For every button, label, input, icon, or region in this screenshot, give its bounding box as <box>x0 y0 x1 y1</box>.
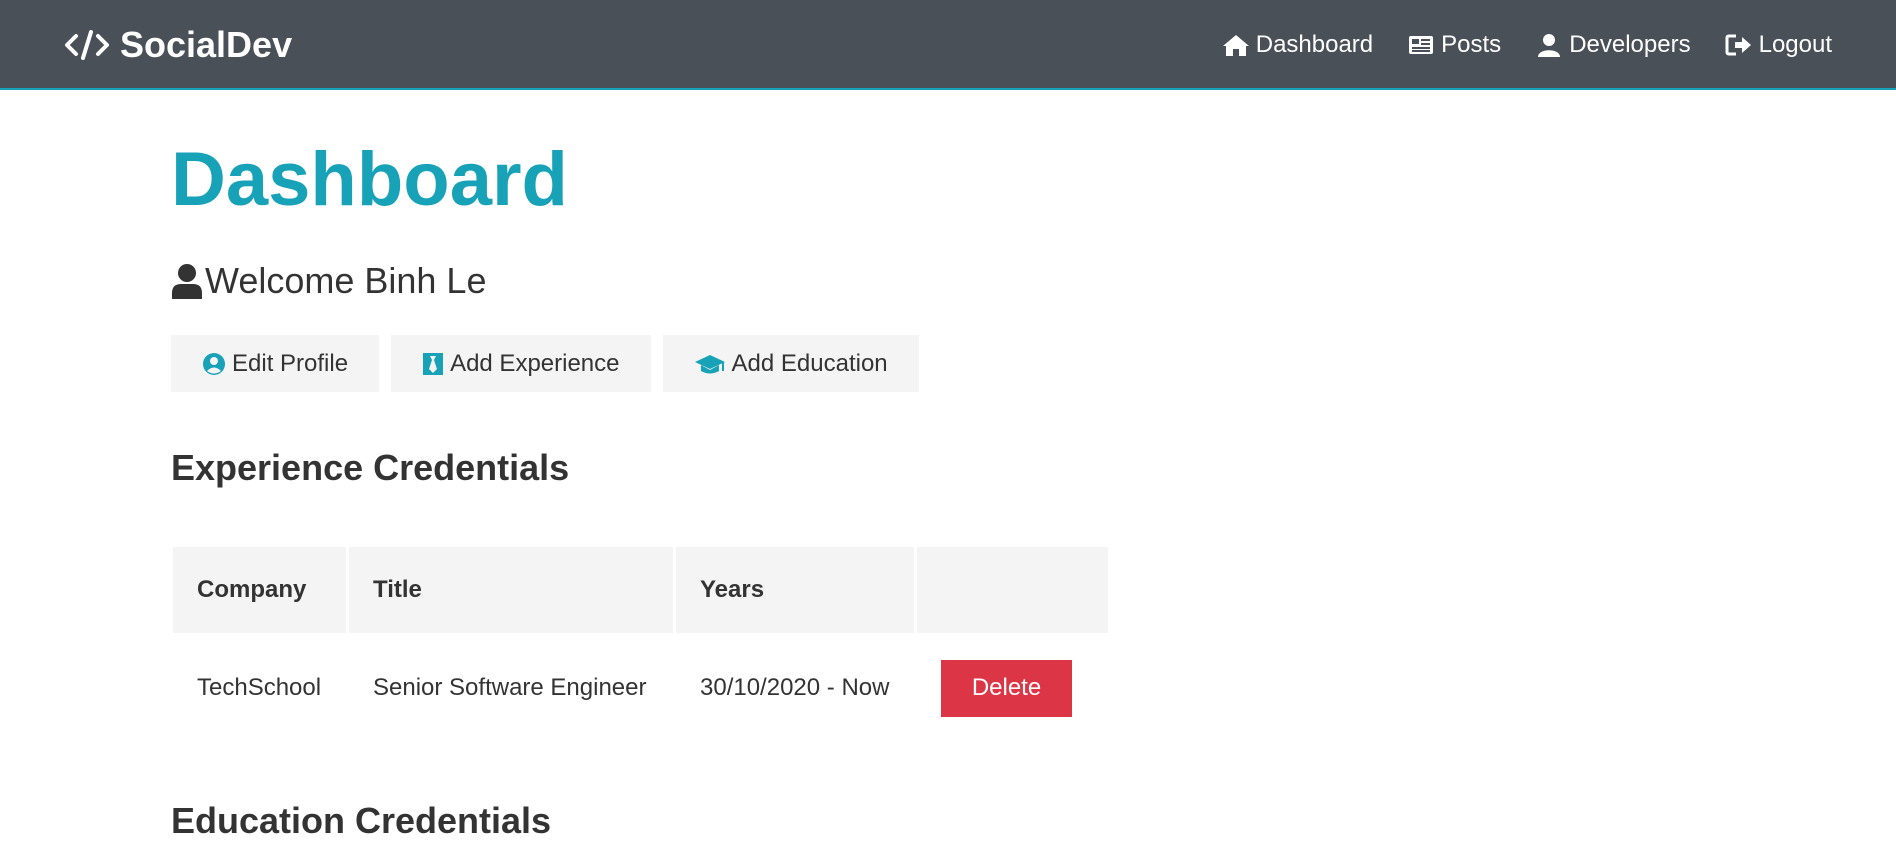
code-icon <box>65 30 109 60</box>
brand-name: SocialDev <box>120 24 293 65</box>
nav-link-label: Developers <box>1569 31 1691 58</box>
navbar: SocialDev Dashboard Posts Developers Log… <box>0 0 1896 90</box>
cell-actions: Delete <box>917 633 1108 743</box>
nav-link-dashboard[interactable]: Dashboard <box>1222 31 1373 59</box>
nav-links: Dashboard Posts Developers Logout <box>1222 28 1832 62</box>
column-header-years: Years <box>676 547 914 633</box>
welcome-text: Welcome Binh Le <box>205 260 487 301</box>
cell-years: 30/10/2020 - Now <box>700 674 890 701</box>
home-icon <box>1222 35 1249 56</box>
experience-table: Company Title Years TechSchool Senior So… <box>170 547 1111 743</box>
sign-out-icon <box>1725 34 1751 56</box>
column-header-actions <box>917 547 1108 633</box>
add-experience-label: Add Experience <box>450 349 620 377</box>
edit-profile-label: Edit Profile <box>232 349 349 377</box>
graduation-cap-icon <box>694 354 725 373</box>
table-header-row: Company Title Years <box>173 547 1108 633</box>
cell-company: TechSchool <box>197 674 322 701</box>
add-experience-button[interactable]: Add Experience <box>391 335 651 392</box>
column-header-title: Title <box>349 547 673 633</box>
black-tie-icon <box>423 352 444 375</box>
education-heading: Education Credentials <box>171 800 552 841</box>
edit-profile-button[interactable]: Edit Profile <box>171 335 380 392</box>
cell-title: Senior Software Engineer <box>373 674 647 701</box>
nav-link-logout[interactable]: Logout <box>1725 31 1832 59</box>
nav-link-posts[interactable]: Posts <box>1407 31 1501 59</box>
newspaper-icon <box>1409 36 1434 54</box>
nav-link-label: Dashboard <box>1255 31 1374 58</box>
dashboard-actions: Edit Profile Add Experience Add Educatio… <box>171 335 919 392</box>
brand-link[interactable]: SocialDev <box>64 24 292 66</box>
nav-link-label: Posts <box>1441 31 1502 58</box>
user-circle-icon <box>203 352 225 375</box>
experience-heading: Experience Credentials <box>171 447 570 488</box>
welcome-message: Welcome Binh Le <box>171 260 486 302</box>
nav-link-label: Logout <box>1758 31 1832 58</box>
page-title: Dashboard <box>171 137 568 222</box>
nav-link-developers[interactable]: Developers <box>1535 31 1691 59</box>
delete-experience-button[interactable]: Delete <box>941 659 1072 717</box>
user-icon <box>1538 34 1561 57</box>
table-row: TechSchool Senior Software Engineer 30/1… <box>173 633 1108 743</box>
add-education-button[interactable]: Add Education <box>662 335 919 392</box>
add-education-label: Add Education <box>731 349 888 377</box>
user-icon <box>172 264 202 299</box>
column-header-company: Company <box>173 547 346 633</box>
